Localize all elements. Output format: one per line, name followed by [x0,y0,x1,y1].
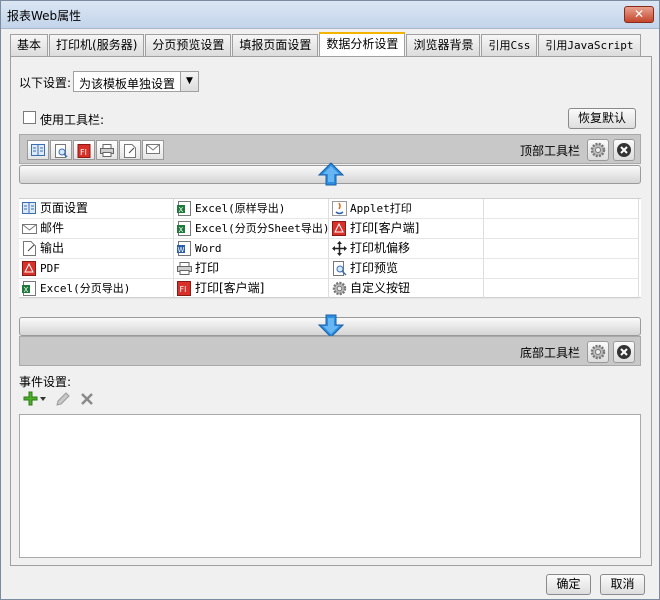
list-item[interactable]: PDF [19,259,174,279]
bottom-toolbar-settings-button[interactable] [587,341,609,363]
flash-print-icon: Fl [177,281,191,296]
top-toolbar-settings-button[interactable] [587,139,609,161]
arrow-up-icon [318,162,344,186]
tab-data-analysis[interactable]: 数据分析设置 [319,32,406,56]
report-web-properties-dialog: 报表Web属性 ✕ 基本 打印机(服务器) 分页预览设置 填报页面设置 数据分析… [0,0,660,600]
svg-text:Fl: Fl [180,285,187,294]
email-icon[interactable] [142,140,164,160]
add-event-button[interactable] [23,391,47,409]
list-item[interactable]: W Word [174,239,329,259]
list-item-empty [484,199,639,219]
list-item[interactable]: 打印预览 [329,259,484,279]
list-item[interactable]: 打印 [174,259,329,279]
use-toolbar-checkbox[interactable] [23,111,36,124]
top-toolbar-label: 顶部工具栏 [519,144,580,158]
bottom-toolbar-remove-button[interactable] [613,341,635,363]
bottom-toolbar: 底部工具栏 [19,336,641,366]
tab-printer-server[interactable]: 打印机(服务器) [49,34,145,56]
pdf-print-icon[interactable]: Fl [73,140,95,160]
list-item-empty [484,219,639,239]
tab-javascript[interactable]: 引用JavaScript [538,34,641,56]
settings-select[interactable]: 为该模板单独设置 ▼ [73,71,199,92]
svg-text:Fl: Fl [80,148,87,157]
svg-text:X: X [179,206,184,214]
export-icon[interactable] [119,140,141,160]
title-bar: 报表Web属性 ✕ [1,1,659,29]
excel-icon: X [22,281,36,296]
list-item[interactable]: Fl 打印[客户端] [174,279,329,299]
list-item[interactable]: Applet打印 [329,199,484,219]
edit-event-button[interactable] [55,391,71,409]
chevron-down-icon[interactable]: ▼ [180,72,198,91]
list-item[interactable]: 邮件 [19,219,174,239]
cancel-button[interactable]: 取消 [600,574,645,595]
preview-icon [333,261,347,276]
pdf-icon [332,221,346,236]
window-title: 报表Web属性 [7,9,82,23]
svg-text:X: X [24,286,29,294]
list-item-empty [484,239,639,259]
email-icon [22,224,37,234]
move-icon [332,241,347,256]
available-buttons-grid: 页面设置 X Excel(原样导出) Applet打印 邮件 X Excel(分… [19,198,641,299]
excel-icon: X [177,201,191,216]
list-item[interactable]: X Excel(原样导出) [174,199,329,219]
list-item[interactable]: 输出 [19,239,174,259]
restore-default-button[interactable]: 恢复默认 [568,108,636,129]
list-item[interactable]: 自定义按钮 [329,279,484,299]
tab-basic[interactable]: 基本 [10,34,49,56]
bottom-toolbar-label: 底部工具栏 [519,346,580,360]
gear-icon [590,142,606,158]
svg-text:X: X [179,226,184,234]
page-setup-icon[interactable] [27,140,49,160]
arrow-down-icon [318,314,344,338]
events-list[interactable] [19,414,641,558]
java-icon [332,201,347,216]
close-icon [617,345,631,359]
word-icon: W [177,241,191,256]
tab-browser-background[interactable]: 浏览器背景 [406,34,481,56]
printer-icon [177,262,192,275]
move-down-button[interactable] [19,314,641,338]
list-item-empty [484,279,639,299]
list-item[interactable]: 打印机偏移 [329,239,484,259]
top-toolbar-remove-button[interactable] [613,139,635,161]
close-icon [617,143,631,157]
list-item[interactable]: X Excel(分页分Sheet导出) [174,219,329,239]
move-up-button[interactable] [19,162,641,186]
preview-icon[interactable] [50,140,72,160]
list-item-empty [484,259,639,279]
gear-icon [590,344,606,360]
excel-icon: X [177,221,191,236]
tab-bar: 基本 打印机(服务器) 分页预览设置 填报页面设置 数据分析设置 浏览器背景 引… [10,32,642,56]
use-toolbar-label: 使用工具栏: [40,113,105,127]
svg-text:W: W [178,246,185,254]
delete-icon [81,393,93,405]
top-toolbar-icons: Fl [27,140,165,160]
tab-page-preview[interactable]: 分页预览设置 [145,34,232,56]
tab-fill-page[interactable]: 填报页面设置 [232,34,319,56]
printer-icon[interactable] [96,140,118,160]
list-item[interactable]: 页面设置 [19,199,174,219]
export-icon [23,241,36,256]
list-item[interactable]: 打印[客户端] [329,219,484,239]
settings-select-value: 为该模板单独设置 [79,77,176,91]
page-setup-icon [22,202,36,214]
delete-event-button[interactable] [79,391,95,409]
close-button[interactable]: ✕ [624,6,654,23]
settings-label: 以下设置: [19,76,72,90]
add-icon [23,391,46,406]
pdf-icon [22,261,36,276]
events-label: 事件设置: [19,375,72,389]
ok-button[interactable]: 确定 [546,574,591,595]
events-toolbar [23,391,103,409]
list-item[interactable]: X Excel(分页导出) [19,279,174,299]
pencil-icon [56,392,70,406]
gear-icon [332,281,347,296]
top-toolbar: Fl 顶部工具栏 [19,134,641,164]
tab-css[interactable]: 引用Css [481,34,538,56]
